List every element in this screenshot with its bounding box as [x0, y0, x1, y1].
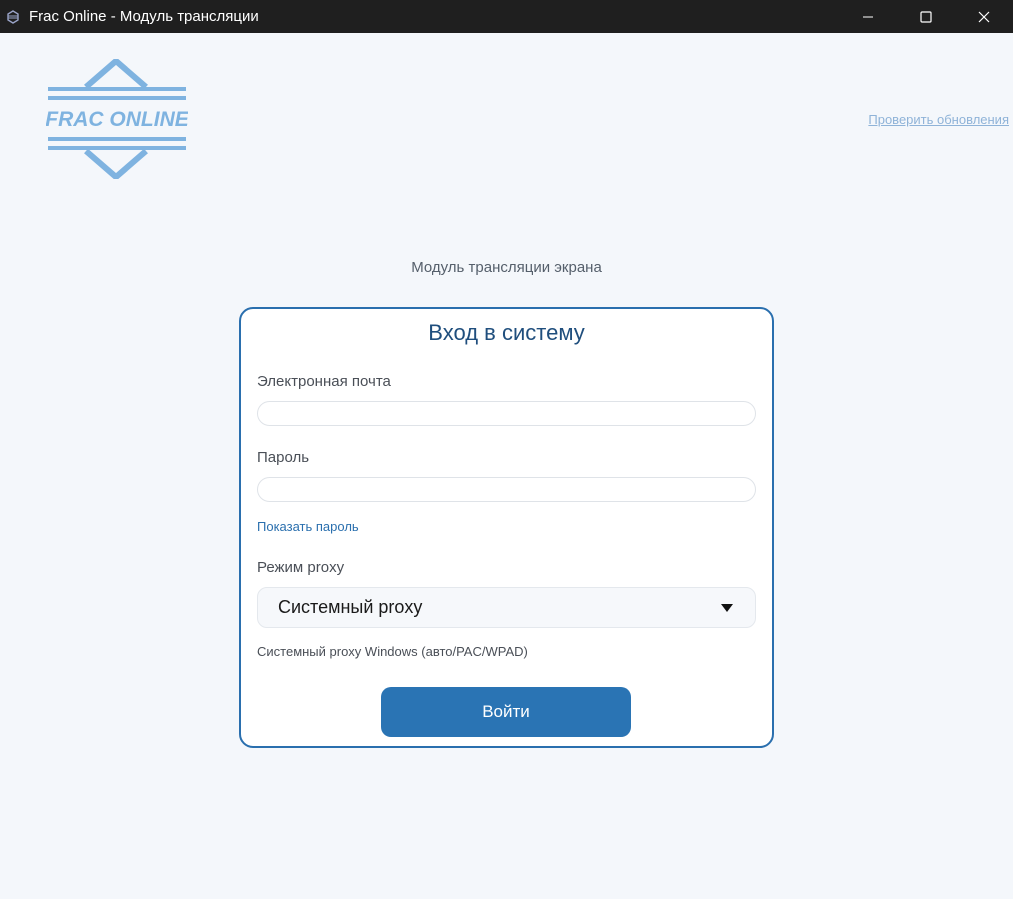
login-card: Вход в систему Электронная почта Пароль …: [239, 307, 774, 748]
module-subtitle: Модуль трансляции экрана: [411, 259, 602, 276]
window-title: Frac Online - Модуль трансляции: [29, 8, 259, 25]
window-controls: [839, 0, 1013, 33]
proxy-selected-value: Системный proxy: [278, 597, 423, 617]
caret-down-icon: [721, 603, 733, 612]
email-label: Электронная почта: [257, 373, 391, 390]
check-updates-link[interactable]: Проверить обновления: [868, 112, 1009, 127]
login-title: Вход в систему: [428, 320, 585, 345]
show-password-link[interactable]: Показать пароль: [257, 519, 359, 534]
main-content: FRAC ONLINE Проверить обновления Модуль …: [0, 33, 1013, 899]
title-bar: Frac Online - Модуль трансляции: [0, 0, 1013, 33]
minimize-icon: [863, 16, 873, 17]
proxy-description: Системный proxy Windows (авто/PAC/WPAD): [257, 644, 528, 659]
email-field[interactable]: [257, 401, 756, 426]
password-field[interactable]: [257, 477, 756, 502]
password-label: Пароль: [257, 449, 310, 466]
maximize-icon: [920, 10, 932, 23]
frac-online-logo: FRAC ONLINE: [45, 57, 190, 181]
proxy-mode-select[interactable]: Системный proxy: [257, 587, 756, 628]
maximize-button[interactable]: [897, 0, 955, 33]
close-button[interactable]: [955, 0, 1013, 33]
login-button[interactable]: Войти: [381, 687, 631, 737]
proxy-mode-label: Режим proxy: [257, 559, 345, 576]
close-icon: [978, 11, 990, 22]
logo-text: FRAC ONLINE: [46, 108, 188, 131]
app-icon: [6, 9, 20, 24]
minimize-button[interactable]: [839, 0, 897, 33]
